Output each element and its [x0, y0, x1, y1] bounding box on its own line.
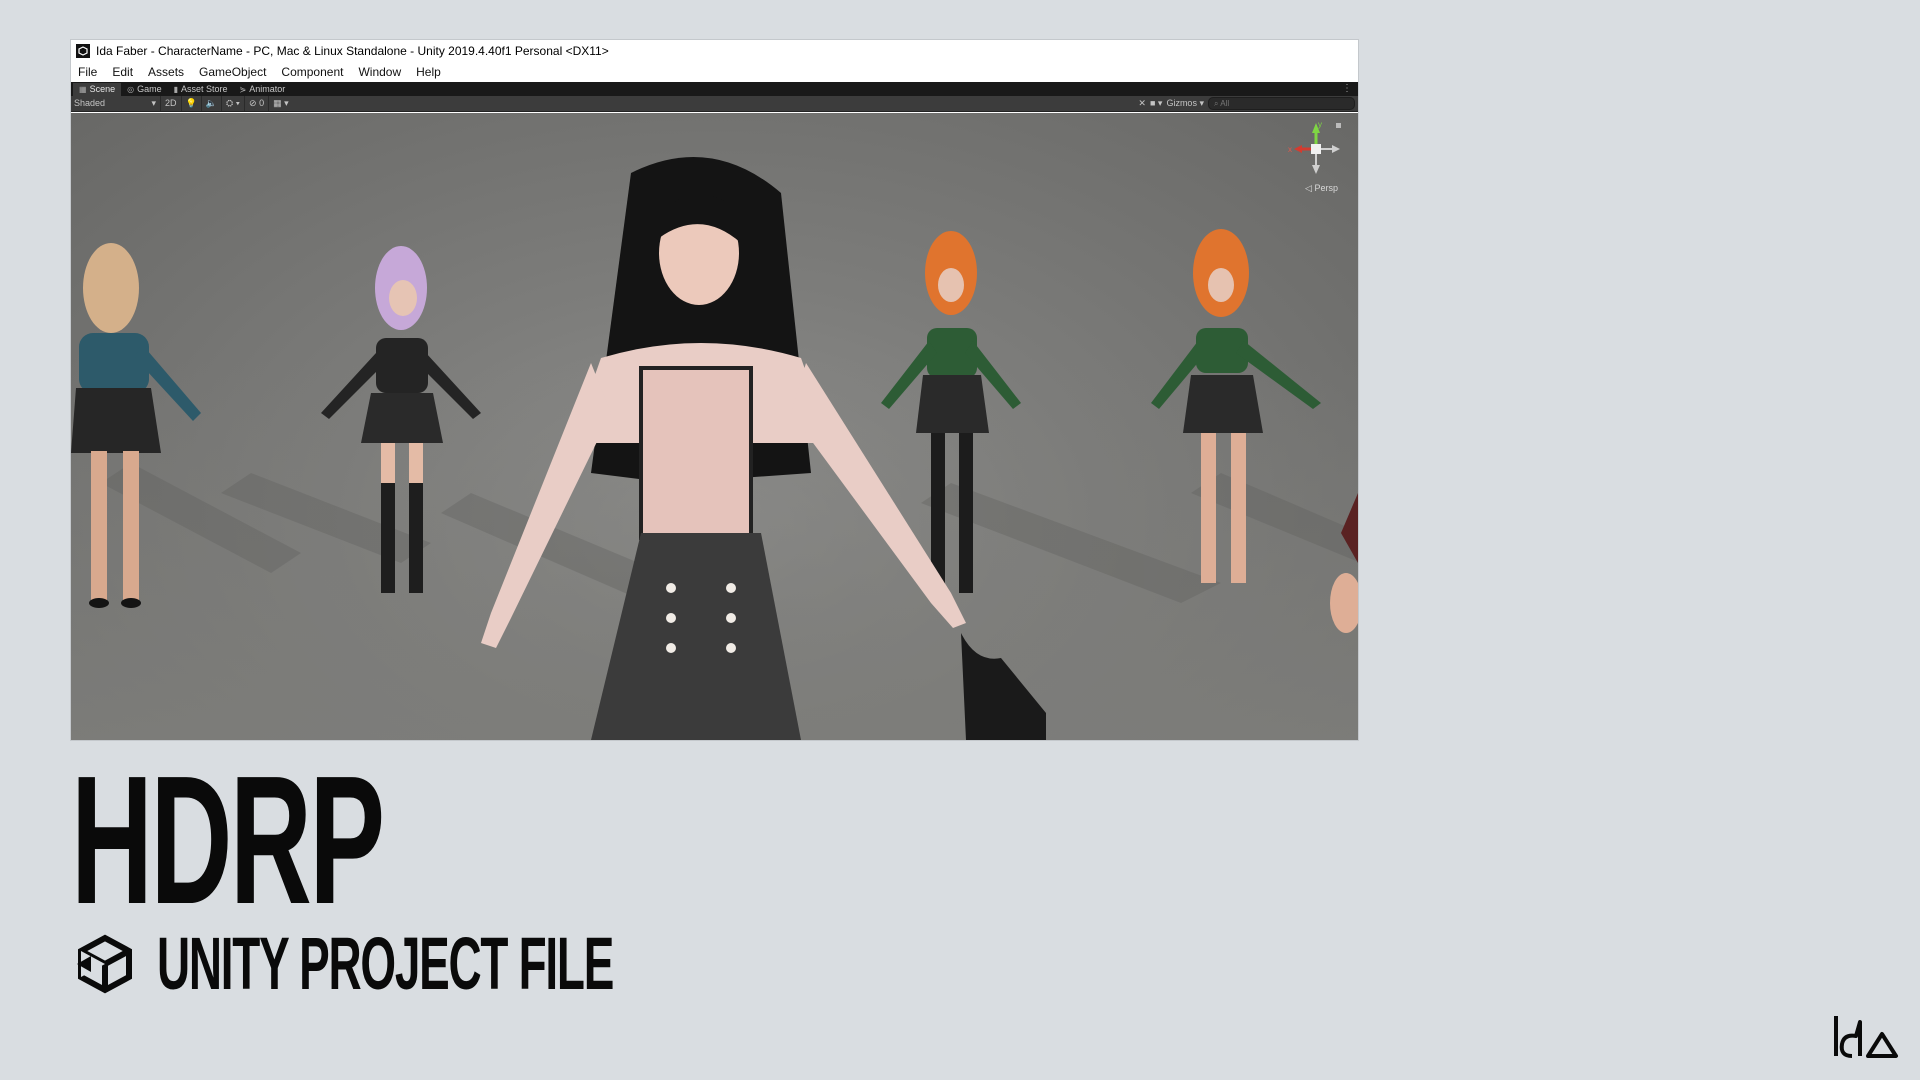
menu-window[interactable]: Window	[358, 65, 401, 79]
hierarchy-search-input[interactable]: ⌕ All	[1208, 97, 1355, 110]
unity-logo-icon	[77, 934, 132, 994]
tab-asset-store-label: Asset Store	[181, 84, 228, 94]
unity-app-icon	[76, 44, 90, 58]
character-partial-right	[1330, 493, 1358, 633]
gizmos-dropdown[interactable]: Gizmos ▾	[1166, 98, 1204, 109]
tab-animator-label: Animator	[249, 84, 286, 94]
game-icon: ◎	[127, 85, 135, 94]
tab-scene-label: Scene	[89, 84, 116, 94]
ida-faber-logo	[1834, 1016, 1898, 1058]
asset-store-icon: ▮	[173, 85, 178, 94]
search-icon: ⌕	[1214, 99, 1219, 108]
menu-component[interactable]: Component	[281, 65, 343, 79]
menu-gameobject[interactable]: GameObject	[199, 65, 266, 79]
perspective-icon: ◁	[1305, 183, 1312, 193]
more-options-icon[interactable]: ⋮	[1342, 83, 1352, 94]
shading-mode-dropdown[interactable]: Shaded ▾	[71, 98, 160, 109]
subtitle: UNITY PROJECT FILE	[157, 922, 614, 1005]
character-blonde	[71, 243, 201, 608]
eye-slash-icon: ⊘	[249, 98, 257, 108]
orientation-gizmo[interactable]: y x	[1288, 119, 1344, 189]
menu-file[interactable]: File	[78, 65, 97, 79]
chevron-down-icon: ▾	[1199, 98, 1204, 108]
menu-edit[interactable]: Edit	[112, 65, 133, 79]
tab-scene[interactable]: ▦ Scene	[73, 83, 122, 96]
chevron-down-icon: ▾	[151, 98, 156, 108]
scene-icon: ▦	[79, 85, 87, 94]
tab-game[interactable]: ◎ Game	[121, 83, 168, 96]
tab-asset-store[interactable]: ▮ Asset Store	[168, 83, 234, 96]
menu-bar: File Edit Assets GameObject Component Wi…	[71, 62, 1358, 82]
scene-characters	[71, 157, 1358, 740]
scene-toolbar: Shaded ▾ 2D 💡 🔈 ⛭ ▾ ⊘ 0 ▦ ▾ ✕ ■ ▾ Gizmos…	[71, 96, 1358, 112]
projection-toggle[interactable]: ◁ Persp	[1305, 183, 1338, 194]
audio-toggle-icon[interactable]: 🔈	[200, 96, 221, 111]
unity-editor-window: Ida Faber - CharacterName - PC, Mac & Li…	[71, 40, 1358, 740]
toggle-2d-button[interactable]: 2D	[160, 96, 181, 111]
tab-animator[interactable]: ⋟ Animator	[234, 83, 292, 96]
lock-icon	[1336, 123, 1341, 128]
headline: HDRP	[71, 737, 385, 942]
gizmos-label: Gizmos	[1166, 98, 1197, 108]
shading-mode-value: Shaded	[74, 98, 106, 108]
hidden-objects-toggle[interactable]: ⊘ 0	[244, 96, 268, 111]
tab-game-label: Game	[137, 84, 162, 94]
title-bar: Ida Faber - CharacterName - PC, Mac & Li…	[71, 40, 1358, 62]
camera-icon[interactable]: ■ ▾	[1150, 98, 1162, 109]
lighting-toggle-icon[interactable]: 💡	[180, 96, 201, 111]
animator-icon: ⋟	[239, 85, 247, 94]
tools-icon[interactable]: ✕	[1138, 98, 1146, 109]
projection-label: Persp	[1314, 183, 1338, 193]
effects-toggle-icon[interactable]: ⛭ ▾	[220, 96, 244, 111]
search-placeholder: All	[1220, 99, 1230, 108]
editor-tab-bar: ▦ Scene ◎ Game ▮ Asset Store ⋟ Animator …	[71, 82, 1358, 96]
scene-viewport[interactable]: y x ◁ Persp	[71, 113, 1358, 740]
hidden-count: 0	[259, 98, 265, 108]
grid-toggle-icon[interactable]: ▦ ▾	[268, 96, 293, 111]
window-title: Ida Faber - CharacterName - PC, Mac & Li…	[96, 44, 609, 58]
axis-y-label: y	[1318, 120, 1322, 129]
axis-x-label: x	[1288, 145, 1292, 154]
menu-help[interactable]: Help	[416, 65, 441, 79]
menu-assets[interactable]: Assets	[148, 65, 184, 79]
subline: UNITY PROJECT FILE	[73, 922, 893, 1005]
